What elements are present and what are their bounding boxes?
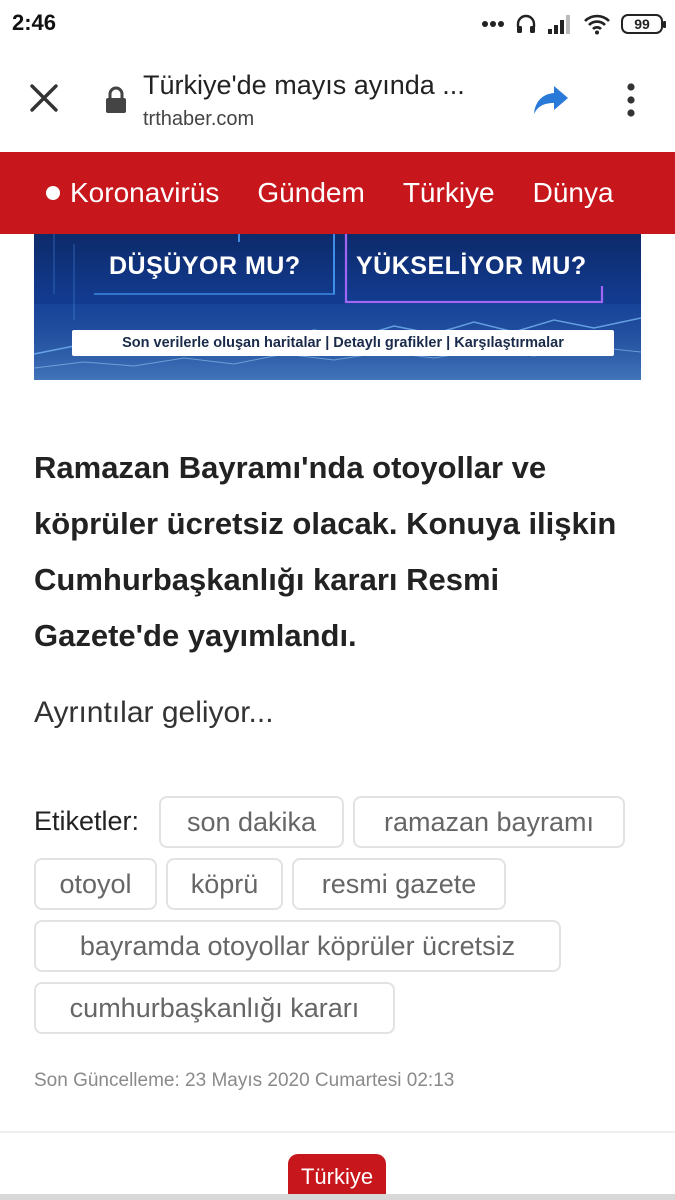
article-body: Ayrıntılar geliyor... <box>34 696 274 729</box>
nav-item-gundem[interactable]: Gündem <box>257 177 364 209</box>
bottom-edge <box>0 1194 675 1200</box>
status-bar: 2:46 99 <box>0 0 675 48</box>
nav-item-dunya[interactable]: Dünya <box>533 177 614 209</box>
signal-icon <box>548 15 570 34</box>
page-title[interactable]: Türkiye'de mayıs ayında ... <box>143 70 465 101</box>
article-headline: Ramazan Bayramı'nda otoyollar ve köprüle… <box>34 450 617 653</box>
tag-bayramda-otoyollar[interactable]: bayramda otoyollar köprüler ücretsiz <box>34 920 561 972</box>
promo-banner[interactable]: DÜŞÜYOR MU? YÜKSELİYOR MU? Son verilerle… <box>34 234 641 380</box>
tag-otoyol[interactable]: otoyol <box>34 858 157 910</box>
share-icon[interactable] <box>532 82 570 116</box>
banner-title-right: YÜKSELİYOR MU? <box>356 252 587 280</box>
close-icon[interactable] <box>26 80 62 116</box>
category-nav: Koronavirüs Gündem Türkiye Dünya <box>0 152 675 234</box>
wifi-icon <box>584 14 610 35</box>
browser-toolbar: Türkiye'de mayıs ayında ... trthaber.com <box>0 48 675 152</box>
live-dot-icon <box>46 186 60 200</box>
battery-icon: 99 <box>621 14 666 34</box>
nav-item-label: Koronavirüs <box>70 177 220 208</box>
banner-title-left: DÜŞÜYOR MU? <box>109 252 301 280</box>
divider <box>0 1131 675 1133</box>
tag-kopru[interactable]: köprü <box>166 858 283 910</box>
more-dots-icon <box>482 21 504 27</box>
status-icons: 99 <box>481 12 666 36</box>
banner-caption: Son verilerle oluşan haritalar | Detaylı… <box>72 330 614 356</box>
tags-label: Etiketler: <box>34 806 140 836</box>
nav-item-koronavirus[interactable]: Koronavirüs <box>46 177 219 209</box>
status-time: 2:46 <box>12 10 57 35</box>
tag-ramazan-bayrami[interactable]: ramazan bayramı <box>353 796 625 848</box>
tag-son-dakika[interactable]: son dakika <box>159 796 344 848</box>
last-updated: Son Güncelleme: 23 Mayıs 2020 Cumartesi … <box>34 1070 455 1091</box>
nav-item-turkiye[interactable]: Türkiye <box>403 177 495 209</box>
more-vert-icon[interactable] <box>618 82 644 118</box>
tag-resmi-gazete[interactable]: resmi gazete <box>292 858 506 910</box>
tag-cumhurbaskanligi-karari[interactable]: cumhurbaşkanlığı kararı <box>34 982 395 1034</box>
lock-icon <box>106 86 126 113</box>
headphones-icon <box>516 14 536 33</box>
page-url[interactable]: trthaber.com <box>143 108 254 131</box>
